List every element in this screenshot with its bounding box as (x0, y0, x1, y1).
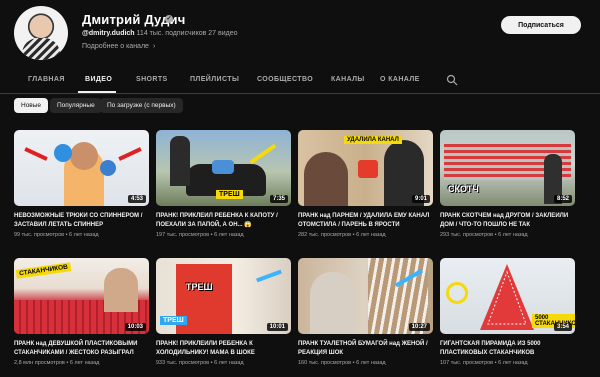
thumb-face (70, 142, 98, 170)
video-title[interactable]: ПРАНК ТУАЛЕТНОЙ БУМАГОЙ над ЖЕНОЙ / РЕАК… (298, 340, 433, 358)
chip-popular[interactable]: Популярные (50, 98, 102, 113)
spinner-icon (100, 160, 116, 176)
arrow-icon (249, 143, 277, 165)
video-stats: 282 тыс. просмотров • 6 лет назад (298, 232, 386, 238)
channel-meta: @dmitry.dudich 114 тыс. подписчиков 27 в… (82, 30, 238, 37)
video-thumbnail[interactable]: 5000 СТАКАНЧИКОВ 3:54 (440, 258, 575, 334)
search-icon[interactable] (446, 74, 458, 86)
highlight-circle-icon (446, 282, 468, 304)
channel-avatar[interactable] (14, 6, 68, 60)
verified-icon: ✓ (165, 15, 173, 23)
youtube-logo-icon (358, 160, 378, 178)
arrow-icon (118, 147, 142, 161)
upload-age: 6 лет назад (498, 360, 528, 366)
tab-playlists[interactable]: ПЛЕЙЛИСТЫ (190, 76, 239, 83)
video-thumbnail[interactable]: ТРЕШ ТРЕШ 10:01 (156, 258, 291, 334)
video-thumbnail[interactable]: СКОТЧ 8:52 (440, 130, 575, 206)
video-title[interactable]: ПРАНК над ДЕВУШКОЙ ПЛАСТИКОВЫМИ СТАКАНЧИ… (14, 340, 149, 358)
video-title[interactable]: ПРАНК! ПРИКЛЕИЛИ РЕБЕНКА К ХОЛОДИЛЬНИКУ!… (156, 340, 291, 358)
thumb-caption: ТРЕШ (216, 190, 243, 199)
video-duration: 10:01 (266, 323, 288, 331)
tab-community[interactable]: СООБЩЕСТВО (257, 76, 313, 83)
upload-age: 6 лет назад (214, 232, 244, 238)
video-stats: 99 тыс. просмотров • 6 лет назад (14, 232, 99, 238)
video-stats: 160 тыс. просмотров • 6 лет назад (298, 360, 386, 366)
view-count: 107 тыс. просмотров (440, 360, 494, 366)
video-title[interactable]: ГИГАНТСКАЯ ПИРАМИДА ИЗ 5000 ПЛАСТИКОВЫХ … (440, 340, 575, 358)
channel-handle: @dmitry.dudich (82, 30, 135, 37)
tab-shorts[interactable]: SHORTS (136, 76, 168, 83)
video-duration: 10:27 (408, 323, 430, 331)
upload-age: 6 лет назад (69, 360, 100, 366)
tab-channels[interactable]: КАНАЛЫ (331, 76, 365, 83)
view-count: 933 тыс. просмотров (156, 360, 210, 366)
avatar-shirt (22, 38, 60, 60)
cup-pyramid (480, 264, 534, 330)
thumb-person (170, 136, 190, 186)
video-thumbnail[interactable]: 4:53 (14, 130, 149, 206)
video-thumbnail[interactable]: 10:27 (298, 258, 433, 334)
video-duration: 9:01 (411, 195, 430, 203)
tab-about[interactable]: О КАНАЛЕ (380, 76, 420, 83)
view-count: 160 тыс. просмотров (298, 360, 352, 366)
video-stats: 107 тыс. просмотров • 6 лет назад (440, 360, 528, 366)
thumb-person (310, 272, 356, 334)
view-count: 99 тыс. просмотров (14, 232, 65, 238)
video-duration: 3:54 (553, 323, 572, 331)
tab-home[interactable]: ГЛАВНАЯ (28, 76, 65, 83)
chip-newest[interactable]: Новые (14, 98, 49, 113)
channel-tabs: ГЛАВНАЯ ВИДЕО SHORTS ПЛЕЙЛИСТЫ СООБЩЕСТВ… (0, 64, 600, 94)
video-stats: 197 тыс. просмотров • 6 лет назад (156, 232, 244, 238)
about-channel-label: Подробнее о канале (82, 43, 149, 50)
thumb-caption: СКОТЧ (448, 184, 479, 194)
upload-age: 6 лет назад (356, 232, 386, 238)
video-duration: 4:53 (127, 195, 146, 203)
upload-age: 6 лет назад (498, 232, 528, 238)
view-count: 2,8 млн просмотров (14, 360, 65, 366)
video-title[interactable]: ПРАНК над ПАРНЕМ / УДАЛИЛА ЕМУ КАНАЛ ОТО… (298, 212, 433, 230)
subscribe-button[interactable]: Подписаться (501, 16, 581, 34)
thumb-caption: ТРЕШ (160, 316, 187, 325)
video-duration: 8:52 (553, 195, 572, 203)
subscriber-count: 114 тыс. подписчиков (136, 30, 207, 37)
video-stats: 2,8 млн просмотров • 6 лет назад (14, 360, 100, 366)
arrow-icon (24, 147, 48, 161)
video-stats: 933 тыс. просмотров • 6 лет назад (156, 360, 244, 366)
thumb-caption: ТРЕШ (186, 282, 213, 292)
video-duration: 7:35 (269, 195, 288, 203)
thumb-caption: УДАЛИЛА КАНАЛ (344, 136, 402, 144)
video-title[interactable]: ПРАНК! ПРИКЛЕИЛ РЕБЕНКА К КАПОТУ / ПОЕХА… (156, 212, 291, 230)
upload-age: 6 лет назад (214, 360, 244, 366)
view-count: 197 тыс. просмотров (156, 232, 210, 238)
spinner-icon (54, 144, 72, 162)
video-count: 27 видео (208, 30, 238, 37)
video-title[interactable]: ПРАНК СКОТЧЕМ над ДРУГОМ / ЗАКЛЕИЛИ ДОМ … (440, 212, 575, 230)
video-stats: 293 тыс. просмотров • 6 лет назад (440, 232, 528, 238)
view-count: 282 тыс. просмотров (298, 232, 352, 238)
video-thumbnail[interactable]: ТРЕШ 7:35 (156, 130, 291, 206)
channel-header: Дмитрий Дудич ✓ @dmitry.dudich 114 тыс. … (0, 0, 600, 64)
upload-age: 6 лет назад (69, 232, 99, 238)
thumb-child (212, 160, 234, 174)
arrow-icon (256, 269, 282, 283)
chevron-right-icon: › (152, 43, 156, 50)
chip-oldest[interactable]: По загрузке (с первых) (100, 98, 183, 113)
view-count: 293 тыс. просмотров (440, 232, 494, 238)
about-channel-link[interactable]: Подробнее о канале › (82, 43, 155, 50)
thumb-person (104, 268, 138, 312)
video-thumbnail[interactable]: УДАЛИЛА КАНАЛ 9:01 (298, 130, 433, 206)
video-duration: 10:03 (124, 323, 146, 331)
thumb-person (304, 152, 348, 206)
upload-age: 6 лет назад (356, 360, 386, 366)
tab-videos[interactable]: ВИДЕО (85, 76, 112, 83)
video-title[interactable]: НЕВОЗМОЖНЫЕ ТРЮКИ СО СПИННЕРОМ / ЗАСТАВИ… (14, 212, 149, 230)
thumb-caption: СТАКАНЧИКОВ (15, 262, 72, 279)
active-tab-indicator (78, 91, 116, 93)
video-thumbnail[interactable]: СТАКАНЧИКОВ 10:03 (14, 258, 149, 334)
